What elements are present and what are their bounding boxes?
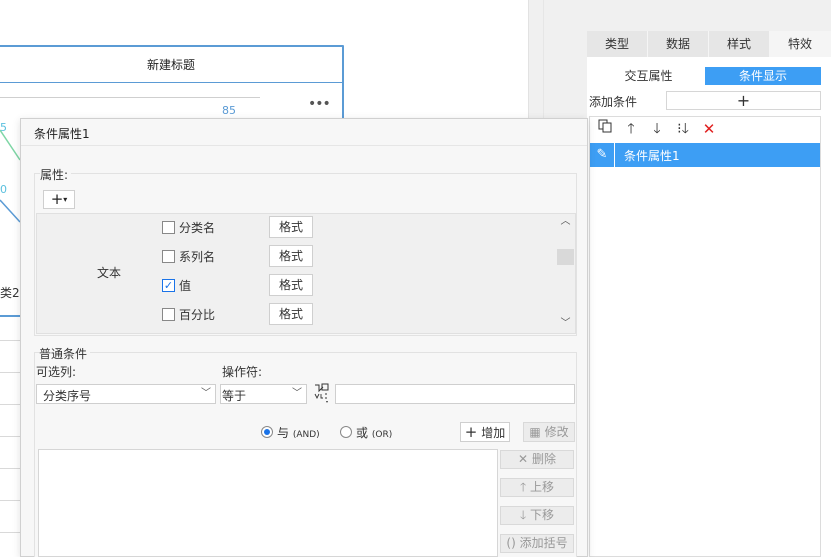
checkbox-box[interactable] bbox=[162, 220, 175, 234]
checkbox-label: 分类名 bbox=[179, 220, 216, 235]
condition-list bbox=[589, 116, 821, 557]
edit-condition-button[interactable]: ▦ 修改 bbox=[523, 422, 575, 442]
edit-icon: ▦ bbox=[529, 425, 541, 439]
arrow-up-icon[interactable]: 🡑 bbox=[620, 119, 642, 139]
tab-effects[interactable]: 特效 bbox=[770, 31, 831, 57]
move-up-button[interactable]: 🡑 上移 bbox=[500, 478, 574, 497]
grid-line bbox=[0, 436, 20, 437]
chevron-down-icon[interactable]: ﹀ bbox=[197, 385, 215, 403]
operator-select-value: 等于 bbox=[222, 389, 247, 403]
checkbox-box[interactable] bbox=[162, 249, 175, 263]
edit-button-label: 修改 bbox=[544, 425, 569, 439]
radio-button[interactable] bbox=[340, 426, 352, 438]
add-condition-row-button[interactable]: + 增加 bbox=[460, 422, 510, 442]
checkbox-label: 值 bbox=[179, 278, 192, 293]
text-property-label: 文本 bbox=[97, 266, 122, 280]
plus-icon: + bbox=[736, 91, 751, 110]
scroll-up-icon[interactable]: ︿ bbox=[557, 214, 574, 230]
condition-list-toolbar: 🡑 🡓 ⁝🡓 ✕ bbox=[594, 119, 720, 139]
delete-button-label: 删除 bbox=[531, 452, 556, 466]
checkbox-label: 系列名 bbox=[179, 249, 216, 264]
dialog-header bbox=[21, 119, 587, 146]
chart-gridline bbox=[0, 97, 260, 98]
chevron-down-icon[interactable]: ﹀ bbox=[288, 385, 306, 403]
add-condition-label: 添加条件 bbox=[589, 95, 638, 109]
condition-list-item-label: 条件属性1 bbox=[624, 149, 680, 163]
grid-line bbox=[0, 468, 20, 469]
logic-and-radio[interactable]: 与 (AND) bbox=[261, 424, 320, 440]
tab-data[interactable]: 数据 bbox=[648, 31, 709, 57]
checkbox-value[interactable]: ✓ 值 bbox=[162, 274, 191, 296]
checkbox-label: 百分比 bbox=[179, 307, 216, 322]
checkbox-box-checked[interactable]: ✓ bbox=[162, 278, 175, 292]
properties-label: 属性: bbox=[40, 166, 72, 183]
panel-tab-bar: 类型 数据 样式 特效 bbox=[587, 31, 831, 57]
chart-series-lines bbox=[0, 129, 20, 223]
column-select-value: 分类序号 bbox=[43, 389, 92, 403]
more-icon[interactable]: ••• bbox=[308, 96, 331, 112]
grid-line bbox=[0, 532, 20, 533]
add-condition-button[interactable]: + bbox=[666, 91, 821, 110]
checkbox-percentage[interactable]: 百分比 bbox=[162, 303, 215, 325]
condition-rows-list[interactable] bbox=[38, 449, 498, 557]
subtab-conditional-display[interactable]: 条件显示 bbox=[705, 67, 821, 85]
chart-title-bar: 新建标题 bbox=[0, 47, 342, 83]
operator-label: 操作符: bbox=[222, 365, 263, 379]
dialog-title: 条件属性1 bbox=[34, 127, 90, 141]
format-button-category-name[interactable]: 格式 bbox=[269, 216, 313, 238]
tab-type[interactable]: 类型 bbox=[587, 31, 648, 57]
abc-formula-icon[interactable] bbox=[311, 382, 331, 404]
add-button-label: 增加 bbox=[481, 426, 506, 440]
checkbox-box[interactable] bbox=[162, 307, 175, 321]
plus-dropdown-icon: +▾ bbox=[50, 190, 68, 208]
grid-line bbox=[0, 372, 20, 373]
scrollbar-thumb[interactable] bbox=[557, 249, 574, 265]
move-up-label: 上移 bbox=[530, 480, 555, 494]
grid-line bbox=[0, 404, 20, 405]
arrow-down-icon[interactable]: 🡓 bbox=[646, 119, 668, 139]
tab-style[interactable]: 样式 bbox=[709, 31, 770, 57]
chart-data-label: 85 bbox=[222, 104, 236, 117]
column-label: 可选列: bbox=[36, 365, 77, 379]
plus-icon: + bbox=[464, 423, 478, 441]
normal-condition-label: 普通条件 bbox=[39, 345, 91, 362]
copy-icon[interactable] bbox=[594, 119, 616, 139]
logic-or-radio[interactable]: 或 (OR) bbox=[340, 424, 392, 440]
chart-title: 新建标题 bbox=[146, 58, 195, 72]
add-bracket-button[interactable]: () 添加括号 bbox=[500, 534, 574, 553]
add-bracket-label: 添加括号 bbox=[519, 536, 568, 550]
checkbox-category-name[interactable]: 分类名 bbox=[162, 216, 215, 238]
grid-line bbox=[0, 340, 20, 341]
radio-label-or: 或 (OR) bbox=[356, 425, 393, 440]
move-down-button[interactable]: 🡓 下移 bbox=[500, 506, 574, 525]
format-button-value[interactable]: 格式 bbox=[269, 274, 313, 296]
format-button-series-name[interactable]: 格式 bbox=[269, 245, 313, 267]
pencil-icon: ✎ bbox=[590, 143, 615, 167]
delete-condition-button[interactable]: ✕ 删除 bbox=[500, 450, 574, 469]
checkbox-series-name[interactable]: 系列名 bbox=[162, 245, 215, 267]
add-property-button[interactable]: +▾ bbox=[43, 190, 75, 209]
radio-button-selected[interactable] bbox=[261, 426, 273, 438]
format-button-percentage[interactable]: 格式 bbox=[269, 303, 313, 325]
chart-category-label: 类2 bbox=[0, 286, 20, 300]
arrow-up-icon: 🡑 bbox=[519, 480, 527, 494]
condition-value-input[interactable] bbox=[335, 384, 575, 404]
grid-line bbox=[0, 500, 20, 501]
bracket-icon: () bbox=[506, 536, 516, 550]
subtab-interaction-properties[interactable]: 交互属性 bbox=[592, 67, 705, 85]
arrow-down-icon: 🡓 bbox=[519, 508, 527, 522]
radio-label-and: 与 (AND) bbox=[277, 425, 320, 440]
move-down-label: 下移 bbox=[530, 508, 555, 522]
close-icon: ✕ bbox=[518, 452, 529, 466]
move-bottom-icon[interactable]: ⁝🡓 bbox=[672, 119, 694, 139]
scroll-down-icon[interactable]: ﹀ bbox=[557, 316, 574, 332]
panel-header-strip bbox=[587, 0, 831, 31]
delete-icon[interactable]: ✕ bbox=[698, 119, 720, 139]
